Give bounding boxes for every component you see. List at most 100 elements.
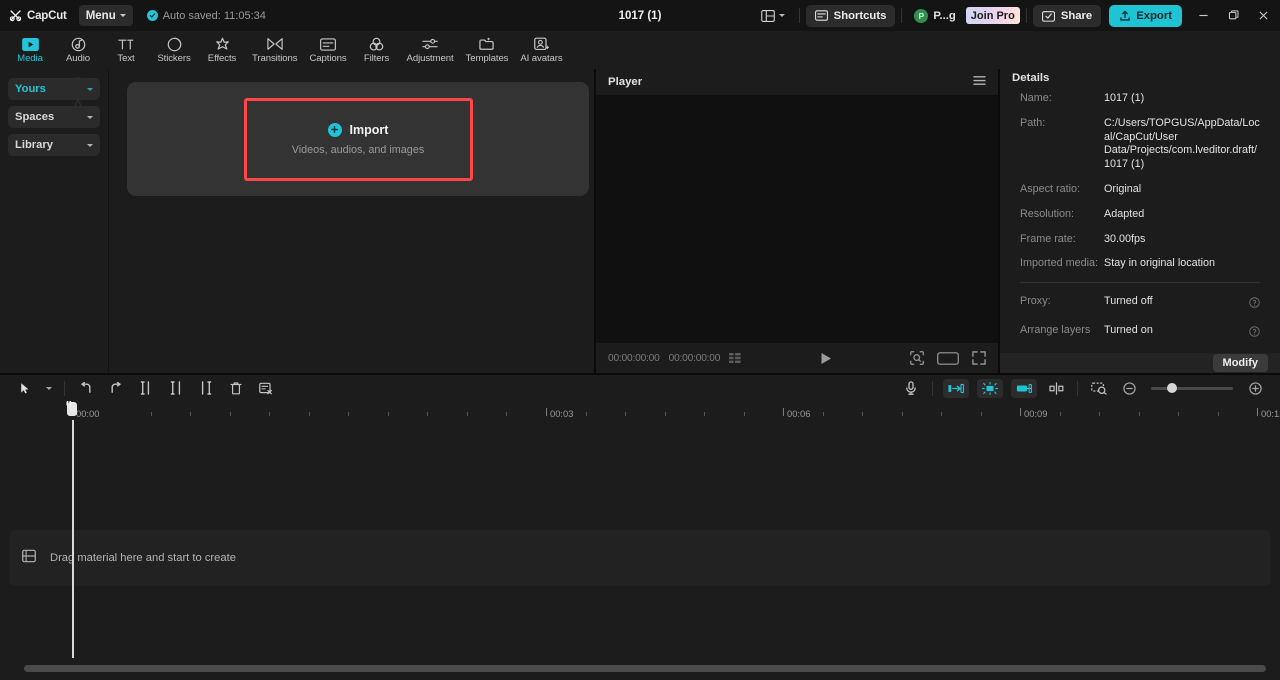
shortcuts-icon (815, 10, 828, 21)
auto-fit-button[interactable] (977, 379, 1003, 398)
tab-filters[interactable]: Filters (353, 31, 401, 69)
fullscreen-icon[interactable] (972, 351, 986, 365)
split-button[interactable] (131, 377, 161, 399)
tab-label: Captions (309, 53, 346, 64)
zoom-preview-icon[interactable] (910, 351, 924, 365)
timeline-tracks[interactable]: Drag material here and start to create (10, 420, 1270, 658)
player-canvas[interactable] (596, 95, 998, 343)
main-area: A Yours Spaces Library (0, 69, 1280, 373)
zoom-slider[interactable] (1151, 387, 1233, 390)
tab-transitions[interactable]: Transitions (246, 31, 303, 69)
timeline-toolbar (0, 375, 1280, 401)
sidebar-item-spaces[interactable]: Spaces (8, 106, 100, 128)
track-placeholder-icon (22, 549, 36, 568)
export-label: Export (1136, 10, 1172, 22)
tab-label: Adjustment (407, 53, 454, 64)
preview-button[interactable] (1084, 377, 1114, 399)
split-icon (140, 381, 152, 395)
share-label: Share (1061, 10, 1092, 22)
playhead-line[interactable] (72, 420, 74, 658)
tab-stickers[interactable]: Stickers (150, 31, 198, 69)
divider (932, 381, 933, 396)
aspect-ratio-icon[interactable] (937, 352, 959, 365)
redo-button[interactable] (101, 377, 131, 399)
share-button[interactable]: Share (1033, 5, 1101, 27)
ruler-label: 00:06 (787, 408, 810, 419)
divider (1077, 381, 1078, 396)
auto-fit-icon (982, 382, 998, 395)
join-pro-badge[interactable]: Join Pro (966, 7, 1020, 24)
empty-track-placeholder[interactable]: Drag material here and start to create (10, 530, 1270, 586)
sidebar-item-label: Yours (15, 83, 46, 95)
delete-button[interactable] (221, 377, 251, 399)
detail-label: Path: (1020, 117, 1104, 172)
detail-label: Resolution: (1020, 208, 1104, 222)
capcut-logo-icon (9, 9, 22, 22)
help-icon[interactable] (1249, 295, 1260, 313)
layout-button[interactable] (753, 10, 793, 22)
chevron-down-icon (87, 116, 93, 119)
sidebar-item-yours[interactable]: Yours (8, 78, 100, 100)
help-icon[interactable] (1249, 324, 1260, 342)
tab-captions[interactable]: Captions (303, 31, 352, 69)
maximize-button[interactable] (1218, 0, 1248, 31)
zoom-slider-handle[interactable] (1167, 383, 1177, 393)
tab-adjustment[interactable]: Adjustment (401, 31, 460, 69)
ruler-label: 00:03 (550, 408, 573, 419)
remove-clip-button[interactable] (251, 377, 281, 399)
detail-row-name: Name: 1017 (1) (1020, 92, 1260, 106)
export-button[interactable]: Export (1109, 5, 1182, 27)
shortcuts-button[interactable]: Shortcuts (806, 5, 896, 27)
tab-effects[interactable]: Effects (198, 31, 246, 69)
tab-audio[interactable]: Audio (54, 31, 102, 69)
captions-icon (320, 37, 336, 52)
detail-label: Frame rate: (1020, 233, 1104, 247)
timeline-ruler[interactable]: 00:00 00:03 00:06 00:09 00:12 0 (0, 401, 1280, 420)
detail-label: Imported media: (1020, 257, 1104, 271)
modify-button[interactable]: Modify (1213, 354, 1268, 372)
keyframe-in-button[interactable] (943, 379, 969, 398)
account-name-label: P...g (933, 10, 955, 22)
import-button[interactable]: Import Videos, audios, and images (244, 98, 473, 181)
titlebar-actions: Shortcuts P P...g Join Pro Share Export (753, 0, 1280, 31)
playhead-position-label: 0 (66, 401, 72, 410)
details-footer: Modify (1000, 353, 1280, 373)
mirror-button[interactable] (1041, 377, 1071, 399)
remove-clip-icon (259, 382, 273, 395)
divider (799, 8, 800, 23)
detail-value: 30.00fps (1104, 233, 1145, 247)
play-icon[interactable] (820, 352, 832, 365)
timeline-horizontal-scrollbar[interactable] (24, 665, 1266, 672)
details-panel: Details Name: 1017 (1) Path: C:/Users/TO… (998, 69, 1280, 373)
zoom-in-icon (1249, 382, 1262, 395)
trim-right-button[interactable] (191, 377, 221, 399)
zoom-in-button[interactable] (1240, 377, 1270, 399)
media-drop-zone[interactable]: Import Videos, audios, and images (127, 82, 589, 196)
audio-icon (71, 37, 86, 52)
tab-media[interactable]: Media (6, 31, 54, 69)
close-button[interactable] (1248, 0, 1278, 31)
detail-label: Proxy: (1020, 295, 1104, 309)
delete-icon (230, 381, 242, 395)
account-button[interactable]: P P...g (908, 9, 959, 23)
select-tool-dropdown[interactable] (40, 377, 58, 399)
undo-button[interactable] (71, 377, 101, 399)
microphone-icon (905, 381, 917, 395)
tab-ai-avatars[interactable]: AI avatars (514, 31, 568, 69)
microphone-button[interactable] (896, 377, 926, 399)
trim-left-button[interactable] (161, 377, 191, 399)
sidebar-item-library[interactable]: Library (8, 134, 100, 156)
menu-button[interactable]: Menu (79, 5, 133, 26)
minimize-button[interactable] (1188, 0, 1218, 31)
keyframe-out-button[interactable] (1011, 379, 1037, 398)
tab-text[interactable]: Text (102, 31, 150, 69)
tab-label: Effects (208, 53, 236, 64)
chevron-down-icon (87, 88, 93, 91)
tab-templates[interactable]: Templates (460, 31, 515, 69)
zoom-out-button[interactable] (1114, 377, 1144, 399)
player-menu-icon[interactable] (973, 73, 986, 91)
minimize-icon (1198, 10, 1209, 21)
player-quality-icon[interactable] (729, 353, 741, 364)
select-tool-button[interactable] (10, 377, 40, 399)
tab-label: Audio (66, 53, 90, 64)
